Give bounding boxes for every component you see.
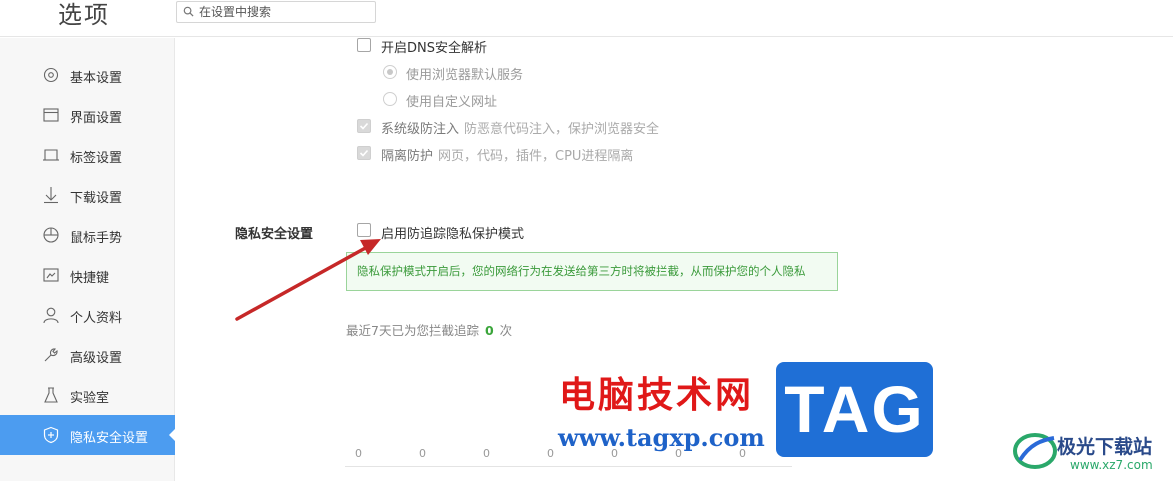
watermark-url: www.tagxp.com (558, 423, 765, 452)
watermark-site-url: www.xz7.com (1070, 458, 1153, 472)
watermark-red-text: 电脑技术网 (559, 375, 755, 416)
watermark-site-name: 极光下载站 (1057, 436, 1153, 458)
watermark-tag-logo: TAG (776, 362, 933, 457)
watermark-site-logo (1013, 433, 1057, 469)
